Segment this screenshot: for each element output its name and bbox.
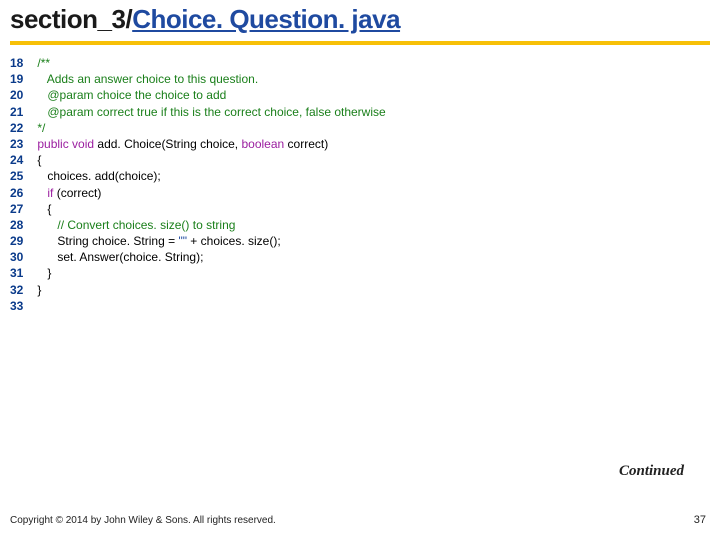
code-source: public void add. Choice(String choice, b…	[37, 136, 385, 152]
code-source: // Convert choices. size() to string	[37, 217, 385, 233]
code-source: }	[37, 265, 385, 281]
code-line: 26 if (correct)	[10, 185, 386, 201]
code-source: @param choice the choice to add	[37, 87, 385, 103]
code-line: 20 @param choice the choice to add	[10, 87, 386, 103]
code-line: 27 {	[10, 201, 386, 217]
code-line: 30 set. Answer(choice. String);	[10, 249, 386, 265]
code-source: {	[37, 152, 385, 168]
code-source: set. Answer(choice. String);	[37, 249, 385, 265]
code-line: 28 // Convert choices. size() to string	[10, 217, 386, 233]
code-line: 29 String choice. String = "" + choices.…	[10, 233, 386, 249]
line-number: 32	[10, 282, 37, 298]
line-number: 19	[10, 71, 37, 87]
code-source	[37, 298, 385, 314]
code-source: /**	[37, 55, 385, 71]
slide-title: section_3/Choice. Question. java	[0, 0, 720, 35]
line-number: 20	[10, 87, 37, 103]
line-number: 28	[10, 217, 37, 233]
code-source: {	[37, 201, 385, 217]
code-line: 32}	[10, 282, 386, 298]
code-line: 23public void add. Choice(String choice,…	[10, 136, 386, 152]
code-line: 19 Adds an answer choice to this questio…	[10, 71, 386, 87]
code-source: @param correct true if this is the corre…	[37, 104, 385, 120]
title-file-link[interactable]: Choice. Question. java	[132, 4, 400, 34]
line-number: 24	[10, 152, 37, 168]
line-number: 26	[10, 185, 37, 201]
line-number: 18	[10, 55, 37, 71]
code-line: 24{	[10, 152, 386, 168]
code-source: }	[37, 282, 385, 298]
code-source: Adds an answer choice to this question.	[37, 71, 385, 87]
code-source: choices. add(choice);	[37, 168, 385, 184]
code-line: 22*/	[10, 120, 386, 136]
line-number: 29	[10, 233, 37, 249]
line-number: 30	[10, 249, 37, 265]
code-line: 18/**	[10, 55, 386, 71]
code-source: if (correct)	[37, 185, 385, 201]
code-line: 33	[10, 298, 386, 314]
code-line: 25 choices. add(choice);	[10, 168, 386, 184]
code-source: String choice. String = "" + choices. si…	[37, 233, 385, 249]
page-number: 37	[694, 514, 706, 526]
continued-label: Continued	[619, 463, 684, 480]
title-prefix: section_3	[10, 4, 125, 34]
code-line: 21 @param correct true if this is the co…	[10, 104, 386, 120]
code-block: 18/**19 Adds an answer choice to this qu…	[0, 45, 720, 314]
code-table: 18/**19 Adds an answer choice to this qu…	[10, 55, 386, 314]
line-number: 31	[10, 265, 37, 281]
line-number: 21	[10, 104, 37, 120]
line-number: 33	[10, 298, 37, 314]
line-number: 25	[10, 168, 37, 184]
copyright-footer: Copyright © 2014 by John Wiley & Sons. A…	[10, 515, 276, 526]
line-number: 27	[10, 201, 37, 217]
code-line: 31 }	[10, 265, 386, 281]
line-number: 22	[10, 120, 37, 136]
line-number: 23	[10, 136, 37, 152]
code-source: */	[37, 120, 385, 136]
